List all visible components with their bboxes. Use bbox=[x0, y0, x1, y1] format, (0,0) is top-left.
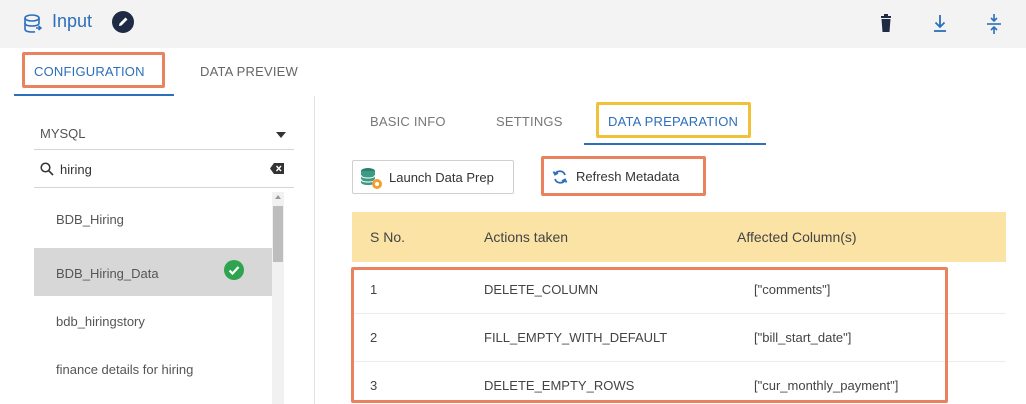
scroll-up-icon[interactable] bbox=[275, 195, 281, 199]
table-row: 3 DELETE_EMPTY_ROWS ["cur_monthly_paymen… bbox=[352, 362, 1006, 404]
database-type-select[interactable]: MYSQL bbox=[34, 110, 294, 150]
list-item-label: BDB_Hiring_Data bbox=[56, 266, 159, 281]
page-title: Input bbox=[52, 11, 93, 31]
collapse-icon[interactable] bbox=[984, 12, 1004, 36]
list-item-bdb-hiring-data[interactable]: BDB_Hiring_Data bbox=[34, 248, 272, 296]
list-item-label: bdb_hiringstory bbox=[56, 314, 145, 329]
cell-action: DELETE_COLUMN bbox=[484, 282, 599, 297]
tab-data-preview[interactable]: DATA PREVIEW bbox=[200, 64, 298, 79]
cell-s-no: 2 bbox=[370, 330, 378, 345]
cell-s-no: 1 bbox=[370, 282, 378, 297]
clear-search-icon[interactable] bbox=[270, 163, 284, 174]
cell-action: FILL_EMPTY_WITH_DEFAULT bbox=[484, 330, 668, 345]
active-tab-indicator bbox=[14, 94, 174, 96]
active-subtab-indicator bbox=[584, 143, 766, 145]
launch-data-prep-label: Launch Data Prep bbox=[389, 170, 494, 185]
download-icon[interactable] bbox=[930, 12, 950, 36]
column-header-s-no: S No. bbox=[370, 229, 406, 245]
refresh-icon bbox=[552, 170, 568, 184]
column-header-actions: Actions taken bbox=[484, 229, 569, 245]
search-icon bbox=[40, 162, 54, 176]
refresh-metadata-label: Refresh Metadata bbox=[576, 169, 680, 184]
scrollbar-thumb[interactable] bbox=[273, 206, 283, 262]
list-scrollbar[interactable] bbox=[272, 192, 284, 404]
trash-icon[interactable] bbox=[876, 12, 896, 36]
table-list: BDB_Hiring BDB_Hiring_Data bdb_hiringsto… bbox=[34, 196, 272, 404]
tab-basic-info[interactable]: BASIC INFO bbox=[370, 114, 446, 129]
source-panel: MYSQL BDB_Hiring BDB_Hiring_Data bdb_hir… bbox=[20, 110, 294, 404]
check-icon bbox=[224, 260, 244, 280]
refresh-metadata-button[interactable]: Refresh Metadata bbox=[541, 156, 706, 196]
list-item-finance-details-for-hiring[interactable]: finance details for hiring bbox=[34, 344, 272, 392]
list-item-label: BDB_Hiring bbox=[56, 212, 124, 227]
header-bar: Input bbox=[0, 0, 1026, 48]
top-tab-bar: CONFIGURATION DATA PREVIEW bbox=[0, 48, 1026, 96]
database-type-value: MYSQL bbox=[40, 126, 86, 141]
cell-affected-columns: ["bill_start_date"] bbox=[754, 330, 852, 345]
cell-action: DELETE_EMPTY_ROWS bbox=[484, 378, 635, 393]
cell-s-no: 3 bbox=[370, 378, 378, 393]
edit-icon[interactable] bbox=[112, 11, 134, 33]
database-settings-icon bbox=[360, 168, 382, 189]
cell-affected-columns: ["comments"] bbox=[754, 282, 831, 297]
tab-configuration[interactable]: CONFIGURATION bbox=[34, 64, 145, 79]
column-header-affected-columns: Affected Column(s) bbox=[737, 229, 857, 245]
table-row: 1 DELETE_COLUMN ["comments"] bbox=[352, 266, 1006, 314]
list-item-bdb-hiringstory[interactable]: bdb_hiringstory bbox=[34, 296, 272, 344]
tab-settings[interactable]: SETTINGS bbox=[496, 114, 563, 129]
list-item-bdb-hiring[interactable]: BDB_Hiring bbox=[34, 196, 272, 244]
chevron-down-icon bbox=[276, 132, 286, 138]
table-header: S No. Actions taken Affected Column(s) bbox=[352, 212, 1006, 262]
table-search-field bbox=[34, 150, 294, 188]
database-icon bbox=[24, 14, 42, 33]
cell-affected-columns: ["cur_monthly_payment"] bbox=[754, 378, 899, 393]
search-input[interactable] bbox=[60, 159, 260, 179]
launch-data-prep-button[interactable]: Launch Data Prep bbox=[352, 160, 514, 194]
table-row: 2 FILL_EMPTY_WITH_DEFAULT ["bill_start_d… bbox=[352, 314, 1006, 362]
tab-data-preparation[interactable]: DATA PREPARATION bbox=[608, 114, 738, 129]
panel-divider bbox=[314, 96, 315, 404]
list-item-label: finance details for hiring bbox=[56, 362, 194, 377]
